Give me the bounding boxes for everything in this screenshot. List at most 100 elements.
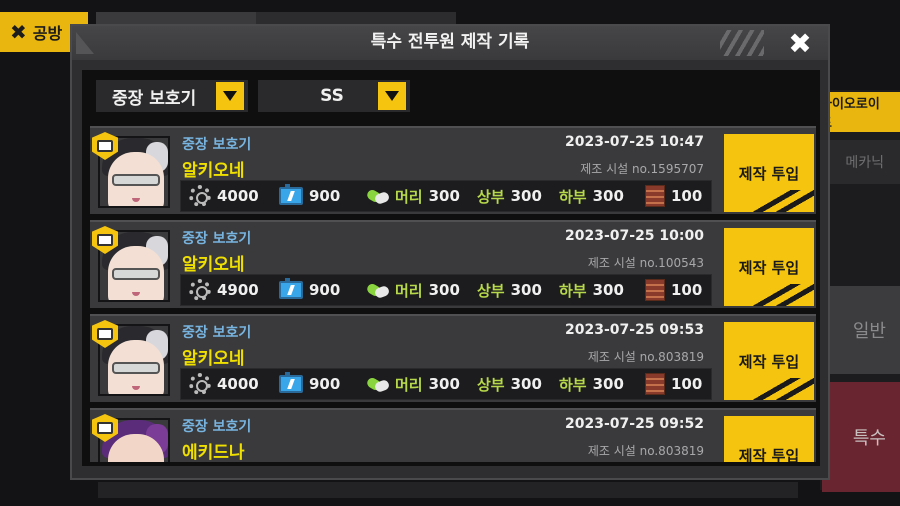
head-label: 머리 (395, 187, 423, 206)
unit-type: 중장 보호기 (182, 419, 252, 435)
grade-filter-dropdown[interactable]: SS (258, 80, 410, 112)
chip-value: 100 (671, 375, 703, 393)
head-value: 300 (428, 187, 460, 205)
record-list[interactable]: 중장 보호기 알키오네 2023-07-25 10:47 제조 시설 no.15… (86, 126, 816, 462)
head-power-resource: 머리 300 (367, 181, 460, 211)
facility-number: 제조 시설 no.803819 (587, 350, 704, 364)
grade-filter-value: SS (320, 86, 344, 106)
pill-icon (367, 375, 389, 393)
parts-value: 4000 (217, 375, 259, 393)
header-stripes (720, 30, 764, 56)
lower-label: 하부 (559, 375, 587, 394)
upper-value: 300 (510, 187, 542, 205)
upper-label: 상부 (477, 187, 505, 206)
upper-label: 상부 (477, 375, 505, 394)
dropdown-arrow-icon (378, 82, 406, 110)
chip-resource: 100 (645, 369, 702, 399)
parts-value: 4900 (217, 281, 259, 299)
upper-power-resource: 상부 300 (477, 181, 542, 211)
lower-power-resource: 하부 300 (559, 275, 624, 305)
head-label: 머리 (395, 281, 423, 300)
facility-number: 제조 시설 no.803819 (587, 444, 704, 458)
lower-label: 하부 (559, 187, 587, 206)
tab-normal[interactable]: 일반 (822, 286, 900, 374)
facility-number: 제조 시설 no.1595707 (580, 162, 704, 176)
gear-icon (189, 279, 211, 301)
gear-icon (189, 373, 211, 395)
chip-icon (645, 279, 665, 301)
chip-resource: 100 (645, 181, 702, 211)
lower-value: 300 (592, 187, 624, 205)
record-item: 중장 보호기 에키드나 2023-07-25 09:52 제조 시설 no.80… (90, 408, 816, 462)
production-input-label: 제작 투입 (738, 352, 800, 371)
nutrient-resource: 900 (279, 181, 340, 211)
upper-value: 300 (510, 281, 542, 299)
parts-value: 4000 (217, 187, 259, 205)
nutrient-value: 900 (309, 375, 341, 393)
record-item: 중장 보호기 알키오네 2023-07-25 09:53 제조 시설 no.80… (90, 314, 816, 402)
chip-resource: 100 (645, 275, 702, 305)
chip-value: 100 (671, 187, 703, 205)
unit-name: 에키드나 (182, 443, 245, 462)
lower-value: 300 (592, 375, 624, 393)
close-button[interactable]: ✖ (786, 30, 814, 58)
nutrient-value: 900 (309, 187, 341, 205)
production-input-label: 제작 투입 (738, 258, 800, 277)
background-bottom-bar (98, 482, 798, 498)
head-value: 300 (428, 281, 460, 299)
modal-header: 특수 전투원 제작 기록 ✖ (72, 26, 828, 60)
facility-number: 제조 시설 no.100543 (587, 256, 704, 270)
unit-type: 중장 보호기 (182, 325, 252, 341)
upper-power-resource: 상부 300 (477, 275, 542, 305)
record-datetime: 2023-07-25 10:00 (565, 228, 704, 244)
unit-type: 중장 보호기 (182, 231, 252, 247)
production-input-button[interactable]: 제작 투입 (724, 322, 814, 400)
gear-icon (189, 185, 211, 207)
parts-resource: 4000 (189, 181, 259, 211)
type-filter-value: 중장 보호기 (112, 88, 197, 109)
lower-label: 하부 (559, 281, 587, 300)
nutrient-value: 900 (309, 281, 341, 299)
unit-type: 중장 보호기 (182, 137, 252, 153)
unit-name: 알키오네 (182, 161, 245, 181)
head-power-resource: 머리 300 (367, 275, 460, 305)
battery-icon (279, 372, 303, 393)
head-label: 머리 (395, 375, 423, 394)
head-power-resource: 머리 300 (367, 369, 460, 399)
record-item: 중장 보호기 알키오네 2023-07-25 10:00 제조 시설 no.10… (90, 220, 816, 308)
record-datetime: 2023-07-25 09:53 (565, 322, 704, 338)
tab-bioroid[interactable]: 바이오로이드 (820, 92, 900, 132)
unit-name: 알키오네 (182, 349, 245, 369)
head-value: 300 (428, 375, 460, 393)
modal-content: 중장 보호기 SS 중장 보호기 알키오네 2023-07-25 10:47 제… (82, 70, 820, 466)
upper-label: 상부 (477, 281, 505, 300)
close-x-icon: ✖ (10, 20, 27, 44)
dropdown-arrow-icon (216, 82, 244, 110)
battery-icon (279, 278, 303, 299)
filter-bar: 중장 보호기 SS (86, 76, 816, 114)
nutrient-resource: 900 (279, 275, 340, 305)
record-item: 중장 보호기 알키오네 2023-07-25 10:47 제조 시설 no.15… (90, 126, 816, 214)
parts-resource: 4000 (189, 369, 259, 399)
lower-value: 300 (592, 281, 624, 299)
production-input-button[interactable]: 제작 투입 (724, 228, 814, 306)
type-filter-dropdown[interactable]: 중장 보호기 (96, 80, 248, 112)
record-datetime: 2023-07-25 09:52 (565, 416, 704, 432)
pill-icon (367, 187, 389, 205)
upper-value: 300 (510, 375, 542, 393)
resource-bar: 4900 900 머리 300 상부 300 하부 300 100 (180, 274, 712, 306)
production-input-button[interactable]: 제작 투입 (724, 134, 814, 212)
lower-power-resource: 하부 300 (559, 181, 624, 211)
tab-mechanic[interactable]: 메카닉 (820, 140, 900, 184)
workshop-tab-label: 공방 (32, 24, 63, 43)
chip-icon (645, 373, 665, 395)
record-datetime: 2023-07-25 10:47 (565, 134, 704, 150)
resource-bar: 4000 900 머리 300 상부 300 하부 300 100 (180, 368, 712, 400)
production-history-modal: 특수 전투원 제작 기록 ✖ 중장 보호기 SS 중장 보호기 알키오네 202… (70, 24, 830, 480)
production-input-button[interactable]: 제작 투입 (724, 416, 814, 462)
tab-special[interactable]: 특수 (822, 382, 900, 492)
lower-power-resource: 하부 300 (559, 369, 624, 399)
battery-icon (279, 184, 303, 205)
modal-title: 특수 전투원 제작 기록 (370, 32, 530, 52)
parts-resource: 4900 (189, 275, 259, 305)
